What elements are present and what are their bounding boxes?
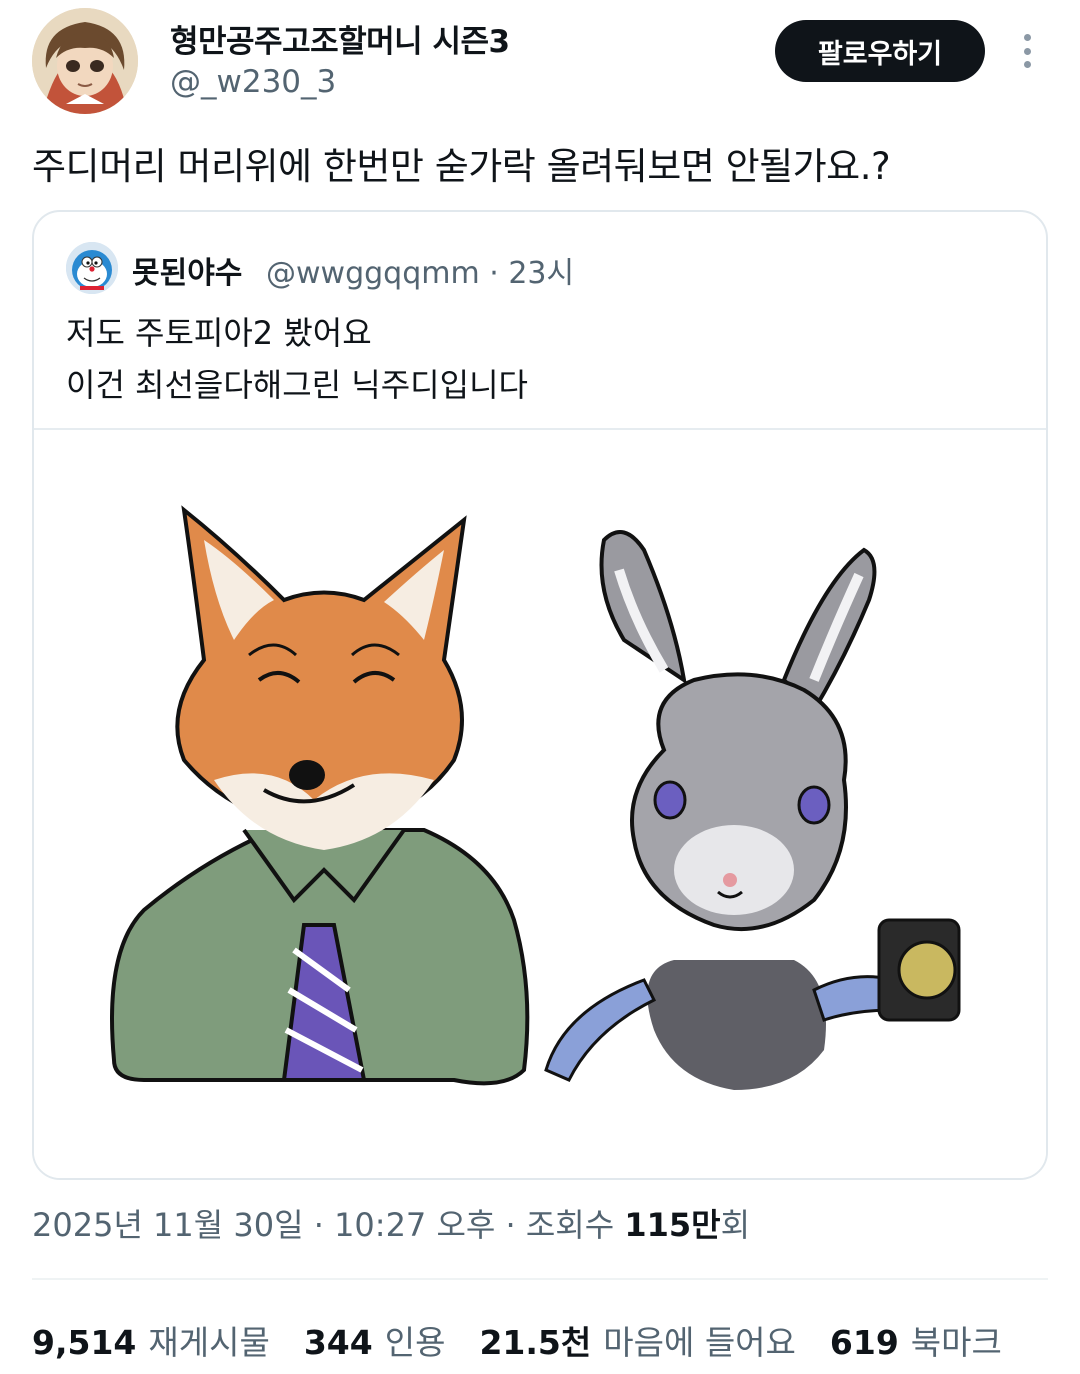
quote-author-display-name[interactable]: 못된야수 <box>132 248 242 292</box>
views-count: 115만 <box>624 1206 721 1244</box>
stat-label: 재게시물 <box>148 1323 270 1362</box>
quote-media-image[interactable] <box>34 430 1046 1178</box>
engagement-stats: 9,514 재게시물 344 인용 21.5천 마음에 들어요 619 북마크 <box>32 1316 1036 1364</box>
views-suffix: 회 <box>720 1206 751 1244</box>
quote-text-line: 저도 주토피아2 봤어요 <box>66 314 372 352</box>
quote-time[interactable]: 23시 <box>508 256 574 291</box>
author-display-name[interactable]: 형만공주고조할머니 시즌3 <box>170 16 510 61</box>
quoted-tweet[interactable]: 못된야수 @wwggqqmm · 23시 저도 주토피아2 봤어요 이건 최선을… <box>32 210 1048 1180</box>
more-dot <box>1023 34 1031 41</box>
more-dot <box>1023 61 1031 68</box>
stat-reposts[interactable]: 9,514 재게시물 <box>32 1316 270 1364</box>
anime-girl-avatar-icon <box>32 8 138 114</box>
meta-separator: · <box>479 256 509 291</box>
stat-number: 344 <box>303 1323 373 1362</box>
tweet-text: 주디머리 머리위에 한번만 숟가락 올려둬보면 안될가요.? <box>32 145 891 188</box>
more-dot <box>1023 47 1031 55</box>
quote-author-meta: @wwggqqmm · 23시 <box>266 248 574 292</box>
fox-and-rabbit-drawing-icon <box>110 505 961 1090</box>
quote-author-handle[interactable]: @wwggqqmm <box>266 256 480 291</box>
tweet-timestamp: 2025년 11월 30일 · 10:27 오후 · 조회수 115만회 <box>32 1200 750 1246</box>
meta-separator: · <box>303 1206 335 1244</box>
tweet-date[interactable]: 2025년 11월 30일 <box>32 1206 304 1244</box>
stat-likes[interactable]: 21.5천 마음에 들어요 <box>479 1316 795 1364</box>
rabbit-ear-left <box>599 530 687 685</box>
stat-number: 9,514 <box>32 1323 137 1362</box>
stat-label: 북마크 <box>910 1323 1002 1362</box>
quote-text-line: 이건 최선을다해그린 닉주디입니다 <box>66 366 528 404</box>
blue-cat-avatar-icon <box>66 242 118 294</box>
stat-quotes[interactable]: 344 인용 <box>304 1316 446 1364</box>
stat-label: 마음에 들어요 <box>603 1323 796 1362</box>
stats-divider <box>32 1278 1048 1280</box>
stat-number: 619 <box>829 1323 899 1362</box>
stat-label: 인용 <box>384 1323 446 1362</box>
tweet-time[interactable]: 10:27 오후 <box>334 1206 495 1244</box>
views-label: 조회수 <box>525 1206 615 1244</box>
tweet-header: 형만공주고조할머니 시즌3 @_w230_3 팔로우하기 <box>0 0 1080 120</box>
stat-number: 21.5천 <box>479 1323 592 1362</box>
author-avatar[interactable] <box>32 8 138 114</box>
stat-bookmarks[interactable]: 619 북마크 <box>830 1316 1002 1364</box>
meta-separator: · <box>495 1206 526 1244</box>
follow-button[interactable]: 팔로우하기 <box>775 20 985 82</box>
rabbit-body <box>647 960 826 1090</box>
quote-author-avatar[interactable] <box>66 242 118 294</box>
author-handle[interactable]: @_w230_3 <box>170 64 336 100</box>
more-options-icon[interactable] <box>1010 28 1044 74</box>
